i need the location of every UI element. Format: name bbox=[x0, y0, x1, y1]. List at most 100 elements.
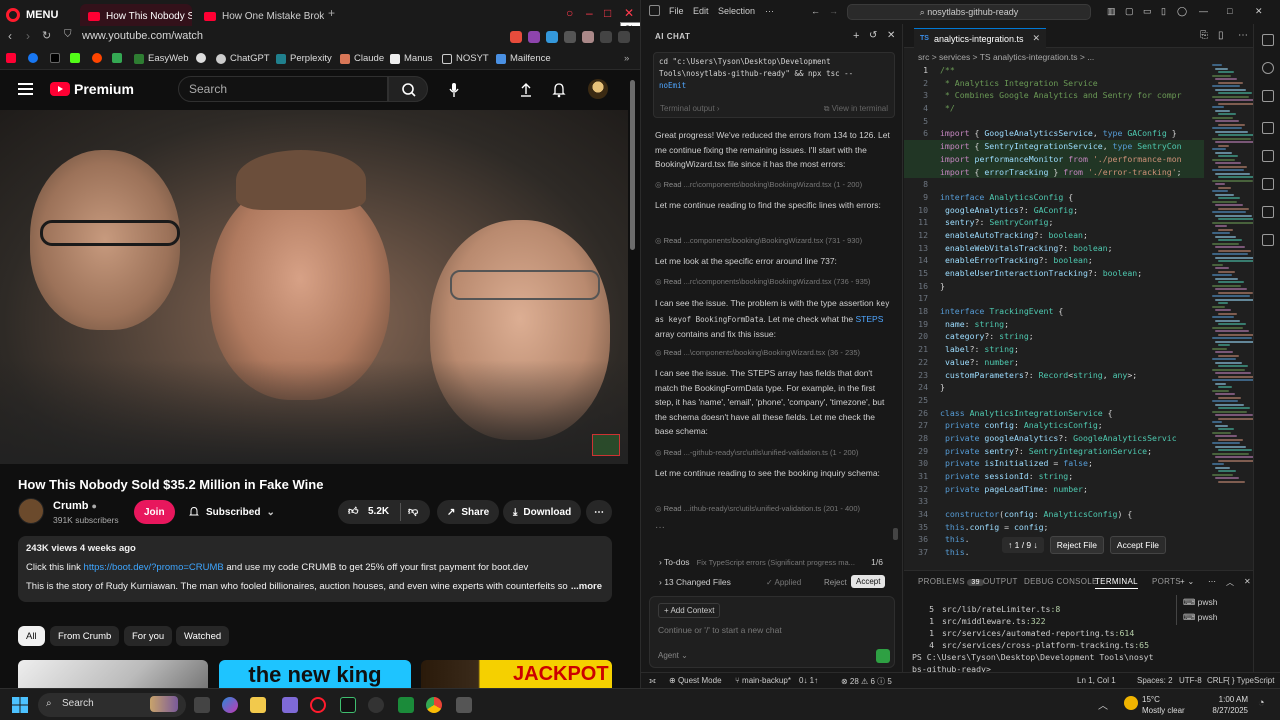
bookmark-reddit-icon[interactable] bbox=[92, 53, 102, 63]
chip-all[interactable]: All bbox=[18, 626, 45, 646]
extension-view-icon[interactable] bbox=[1262, 234, 1274, 246]
tab-debug-console[interactable]: DEBUG CONSOLE bbox=[1024, 577, 1098, 586]
maximize-panel-icon[interactable]: ︿ bbox=[1226, 577, 1234, 588]
video-description[interactable]: 243K views 4 weeks ago Click this link h… bbox=[18, 536, 612, 602]
code-line[interactable]: 34 constructor(config: AnalyticsConfig) … bbox=[904, 508, 1204, 521]
code-line[interactable]: 11 sentry?: SentryConfig; bbox=[904, 216, 1204, 229]
download-icon[interactable] bbox=[600, 31, 612, 43]
code-line[interactable]: 14 enableErrorTracking?: boolean; bbox=[904, 254, 1204, 267]
terminal-output-toggle[interactable]: Terminal output bbox=[660, 104, 715, 113]
view-in-terminal-link[interactable]: ⧉ View in terminal bbox=[824, 103, 888, 115]
code-line[interactable]: 5 bbox=[904, 115, 1204, 128]
bookmark-easyweb[interactable]: EasyWeb bbox=[134, 53, 188, 64]
microphone-icon[interactable] bbox=[448, 82, 460, 98]
bookmark-mailfence[interactable]: Mailfence bbox=[496, 53, 551, 64]
minimize-button[interactable]: — bbox=[1199, 6, 1208, 16]
code-line[interactable]: 25 bbox=[904, 394, 1204, 407]
code-line[interactable]: 26 class AnalyticsIntegrationService { bbox=[904, 407, 1204, 420]
explorer-icon[interactable] bbox=[1262, 34, 1274, 46]
hamburger-menu-icon[interactable] bbox=[18, 83, 33, 98]
show-more-button[interactable]: ...more bbox=[567, 581, 602, 592]
close-button[interactable]: ✕ bbox=[624, 6, 634, 20]
command-center[interactable]: ⌕ nosytlabs-github-ready bbox=[847, 4, 1091, 20]
close-panel-icon[interactable]: ✕ bbox=[1244, 577, 1251, 586]
line-ending[interactable]: CRLF bbox=[1207, 676, 1228, 685]
bookmark-w-icon[interactable] bbox=[196, 53, 206, 63]
weather-icon[interactable] bbox=[1124, 696, 1138, 710]
app-icon[interactable] bbox=[398, 697, 414, 713]
menu-file[interactable]: File bbox=[669, 6, 684, 16]
code-line[interactable]: 30 private isInitialized = false; bbox=[904, 457, 1204, 470]
send-button[interactable] bbox=[876, 649, 890, 663]
url-field[interactable]: www.youtube.com/watch bbox=[82, 30, 203, 42]
notifications-bell-icon[interactable] bbox=[552, 82, 566, 98]
code-line[interactable]: 23 customParameters?: Record<string, any… bbox=[904, 369, 1204, 382]
tab-problems[interactable]: PROBLEMS 39 bbox=[918, 577, 984, 586]
file-read-item[interactable]: ◎ Read ...ithub-ready\src\utils\unified-… bbox=[655, 504, 895, 513]
code-line[interactable]: 16} bbox=[904, 280, 1204, 293]
editor-tab-active[interactable]: TS analytics-integration.ts ✕ bbox=[914, 28, 1047, 48]
video-player[interactable] bbox=[0, 110, 628, 464]
bookmark-claude[interactable]: Claude bbox=[340, 53, 384, 64]
breadcrumb[interactable]: src > services > TS analytics-integratio… bbox=[918, 52, 1094, 62]
share-button[interactable]: ↗ Share bbox=[437, 500, 500, 524]
extension-icon[interactable] bbox=[528, 31, 540, 43]
more-actions-button[interactable]: ⋯ bbox=[586, 500, 612, 524]
thumbs-up-icon[interactable]: 👍︎ bbox=[348, 505, 358, 517]
opera-menu-button[interactable]: MENU bbox=[6, 4, 58, 26]
taskbar-search[interactable]: ⌕ Search bbox=[38, 693, 186, 717]
terminal-output[interactable]: 5 src/lib/rateLimiter.ts:8 1 src/middlewar… bbox=[912, 603, 1172, 675]
file-explorer-icon[interactable] bbox=[250, 697, 266, 713]
code-line[interactable]: 33 bbox=[904, 495, 1204, 508]
code-line[interactable]: 4 */ bbox=[904, 102, 1204, 115]
app-icon[interactable] bbox=[340, 697, 356, 713]
code-line[interactable]: 13 enableWebVitalsTracking?: boolean; bbox=[904, 242, 1204, 255]
reject-all-button[interactable]: Reject bbox=[819, 576, 852, 589]
file-read-item[interactable]: ◎ Read ...components\booking\BookingWiza… bbox=[655, 236, 895, 245]
chrome-icon[interactable] bbox=[426, 697, 442, 713]
bookmark-manus[interactable]: Manus bbox=[390, 53, 433, 64]
toggle-secondary-icon[interactable]: ▯ bbox=[1161, 6, 1166, 17]
minimize-button[interactable]: – bbox=[586, 6, 593, 20]
file-read-item[interactable]: ◎ Read ...rc\components\booking\BookingW… bbox=[655, 180, 895, 189]
subscribed-button[interactable]: Subscribed ⌄ bbox=[178, 500, 285, 524]
cursor-position[interactable]: Ln 1, Col 1 bbox=[1077, 676, 1116, 685]
quest-mode[interactable]: ⊕ Quest Mode bbox=[669, 676, 722, 685]
extension-icon[interactable] bbox=[564, 31, 576, 43]
channel-avatar[interactable] bbox=[18, 498, 44, 524]
code-line[interactable]: 12 enableAutoTracking?: boolean; bbox=[904, 229, 1204, 242]
code-line[interactable]: 2 * Analytics Integration Service bbox=[904, 77, 1204, 90]
diff-navigation[interactable]: ↑ 1 / 9 ↓ bbox=[1002, 537, 1044, 553]
menu-selection[interactable]: Selection bbox=[718, 6, 755, 16]
notifications-icon[interactable]: ◔ bbox=[1258, 697, 1270, 713]
app-icon[interactable] bbox=[282, 697, 298, 713]
minimap[interactable] bbox=[1212, 64, 1261, 564]
terminal-instance[interactable]: ⌨ pwsh bbox=[1176, 595, 1260, 610]
accept-file-button[interactable]: Accept File bbox=[1109, 536, 1166, 554]
extension-icon[interactable] bbox=[546, 31, 558, 43]
page-scrollbar[interactable] bbox=[630, 80, 635, 250]
chat-scrollbar[interactable] bbox=[893, 528, 898, 540]
forward-arrow-icon[interactable]: → bbox=[829, 6, 838, 16]
back-arrow-icon[interactable]: ← bbox=[811, 6, 820, 16]
code-line[interactable]: 22 value?: number; bbox=[904, 356, 1204, 369]
bookmarks-overflow-icon[interactable]: » bbox=[624, 53, 629, 64]
youtube-premium-logo[interactable]: Premium bbox=[50, 81, 134, 97]
video-thumbnail[interactable]: JACKPOT bbox=[421, 660, 612, 688]
terminal-instance[interactable]: ⌨ pwsh bbox=[1176, 610, 1260, 625]
code-line[interactable]: 15 enableUserInteractionTracking?: boole… bbox=[904, 267, 1204, 280]
file-read-item[interactable]: ◎ Read ...-github-ready\src\utils\unifie… bbox=[655, 448, 895, 457]
task-view-icon[interactable] bbox=[194, 697, 210, 713]
chip-for-you[interactable]: For you bbox=[124, 626, 173, 646]
opera-taskbar-icon[interactable] bbox=[310, 697, 326, 713]
tab-ports[interactable]: PORTS bbox=[1152, 577, 1181, 586]
search-tabs-icon[interactable]: ○ bbox=[566, 6, 573, 20]
tab-terminal[interactable]: TERMINAL bbox=[1095, 577, 1138, 589]
open-changes-icon[interactable]: ⎘ bbox=[1200, 30, 1208, 41]
sync-status[interactable]: 0↓ 1↑ bbox=[799, 676, 818, 685]
browser-tab[interactable]: How One Mistake Broke C bbox=[196, 4, 324, 28]
extension-icon[interactable] bbox=[510, 31, 522, 43]
upload-icon[interactable] bbox=[519, 82, 533, 98]
source-control-icon[interactable] bbox=[1262, 90, 1274, 102]
app-icon[interactable] bbox=[368, 697, 384, 713]
